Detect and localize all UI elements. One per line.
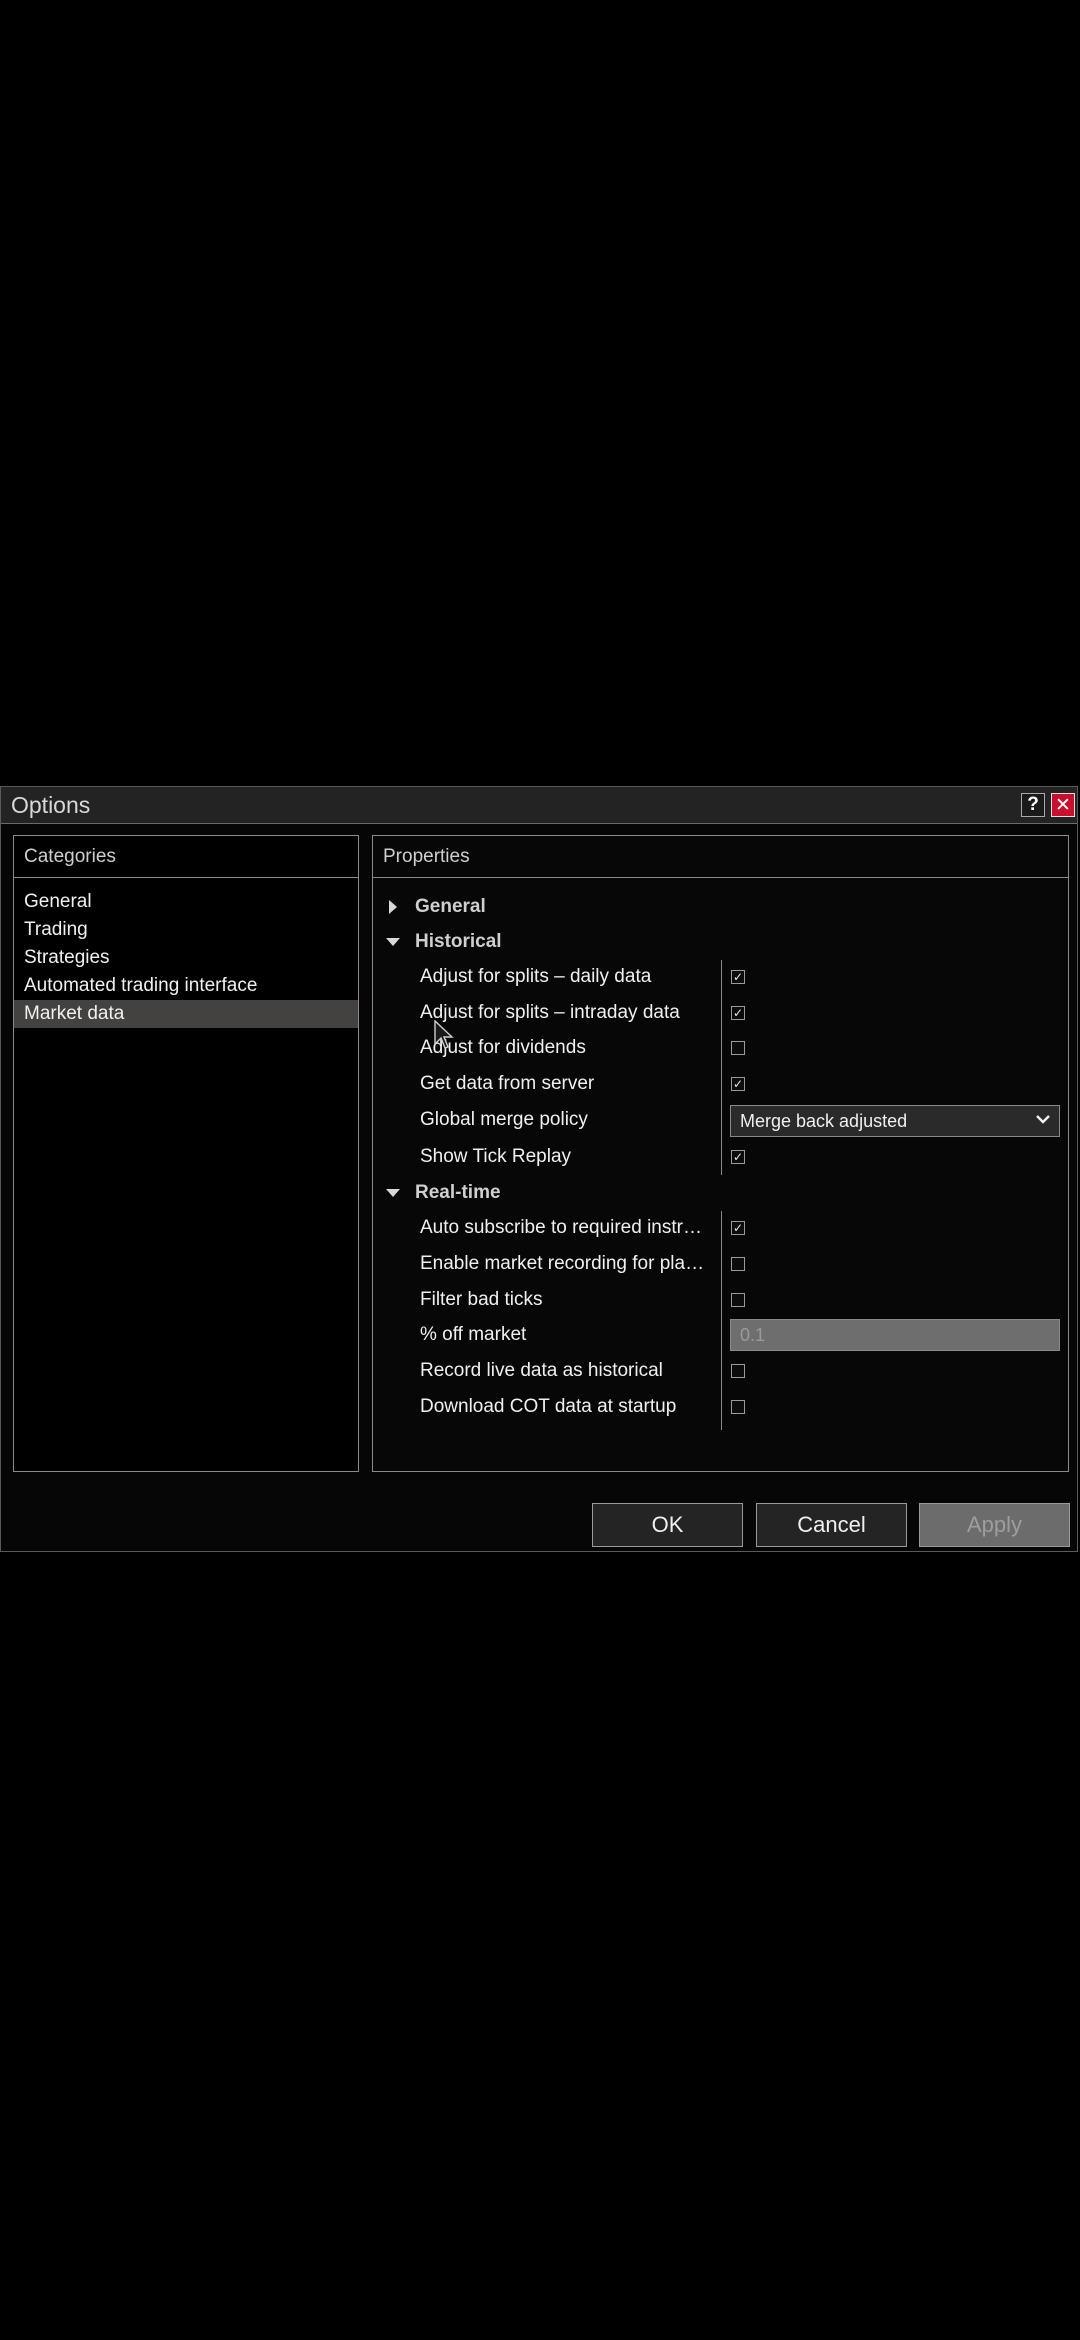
categories-panel: Categories General Trading Strategies Au…: [13, 835, 359, 1472]
get-data-from-server-checkbox[interactable]: ✓: [731, 1077, 745, 1091]
ok-button[interactable]: OK: [592, 1503, 743, 1547]
prop-row-download-cot: Download COT data at startup: [373, 1390, 1070, 1424]
section-general-label: General: [415, 896, 486, 917]
prop-label: Enable market recording for play…: [420, 1253, 710, 1274]
category-item-general[interactable]: General: [14, 888, 358, 916]
prop-label: Adjust for dividends: [420, 1037, 586, 1058]
chevron-down-icon: [1035, 1112, 1051, 1130]
prop-row-record-live-data: Record live data as historical: [373, 1354, 1070, 1388]
percent-off-market-input: 0.1: [730, 1319, 1060, 1351]
global-merge-policy-dropdown[interactable]: Merge back adjusted: [730, 1105, 1060, 1137]
section-historical-label: Historical: [415, 931, 502, 952]
filter-bad-ticks-checkbox[interactable]: [731, 1293, 745, 1307]
prop-label: Record live data as historical: [420, 1360, 663, 1381]
adjust-dividends-checkbox[interactable]: [731, 1041, 745, 1055]
prop-row-get-data-server: Get data from server ✓: [373, 1067, 1070, 1101]
section-historical[interactable]: Historical: [381, 927, 502, 957]
help-button[interactable]: ?: [1021, 793, 1045, 817]
prop-row-filter-bad-ticks: Filter bad ticks: [373, 1283, 1070, 1317]
collapse-caret-icon: [381, 1189, 405, 1197]
prop-label: Filter bad ticks: [420, 1289, 543, 1310]
cancel-button[interactable]: Cancel: [756, 1503, 907, 1547]
section-realtime[interactable]: Real-time: [381, 1178, 501, 1208]
close-button[interactable]: ✕: [1051, 793, 1075, 817]
adjust-splits-daily-checkbox[interactable]: ✓: [731, 970, 745, 984]
categories-list: General Trading Strategies Automated tra…: [14, 878, 358, 1028]
prop-label: % off market: [420, 1324, 527, 1345]
properties-panel: Properties General Historical Adjust for…: [372, 835, 1069, 1472]
prop-label: Adjust for splits – intraday data: [420, 1002, 680, 1023]
window-title: Options: [11, 792, 91, 818]
options-dialog: Options ? ✕ Categories General Trading S…: [0, 786, 1078, 1552]
collapse-caret-icon: [381, 938, 405, 946]
prop-row-show-tick-replay: Show Tick Replay ✓: [373, 1140, 1070, 1174]
title-bar: Options ? ✕: [1, 787, 1077, 824]
section-realtime-label: Real-time: [415, 1182, 501, 1203]
category-item-trading[interactable]: Trading: [14, 916, 358, 944]
prop-label: Get data from server: [420, 1073, 595, 1094]
prop-row-adjust-splits-daily: Adjust for splits – daily data ✓: [373, 960, 1070, 994]
prop-label: Show Tick Replay: [420, 1146, 572, 1167]
auto-subscribe-checkbox[interactable]: ✓: [731, 1221, 745, 1235]
apply-button: Apply: [919, 1503, 1070, 1547]
expand-caret-icon: [381, 900, 405, 914]
prop-row-percent-off-market: % off market 0.1: [373, 1318, 1070, 1352]
properties-header: Properties: [373, 836, 1068, 878]
prop-row-auto-subscribe: Auto subscribe to required instru… ✓: [373, 1211, 1070, 1245]
record-live-data-checkbox[interactable]: [731, 1364, 745, 1378]
category-item-automated-trading-interface[interactable]: Automated trading interface: [14, 972, 358, 1000]
dropdown-value: Merge back adjusted: [740, 1111, 908, 1131]
prop-row-global-merge-policy: Global merge policy Merge back adjusted: [373, 1103, 1070, 1137]
prop-row-adjust-splits-intraday: Adjust for splits – intraday data ✓: [373, 996, 1070, 1030]
download-cot-checkbox[interactable]: [731, 1400, 745, 1414]
prop-row-adjust-dividends: Adjust for dividends: [373, 1031, 1070, 1065]
enable-market-recording-checkbox[interactable]: [731, 1257, 745, 1271]
prop-label: Adjust for splits – daily data: [420, 966, 652, 987]
category-item-strategies[interactable]: Strategies: [14, 944, 358, 972]
show-tick-replay-checkbox[interactable]: ✓: [731, 1150, 745, 1164]
prop-row-enable-market-recording: Enable market recording for play…: [373, 1247, 1070, 1281]
prop-label: Auto subscribe to required instru…: [420, 1217, 710, 1238]
section-general[interactable]: General: [381, 892, 486, 922]
categories-header: Categories: [14, 836, 358, 878]
prop-label: Download COT data at startup: [420, 1396, 677, 1417]
adjust-splits-intraday-checkbox[interactable]: ✓: [731, 1006, 745, 1020]
category-item-market-data[interactable]: Market data: [14, 1000, 358, 1028]
prop-label: Global merge policy: [420, 1109, 588, 1130]
